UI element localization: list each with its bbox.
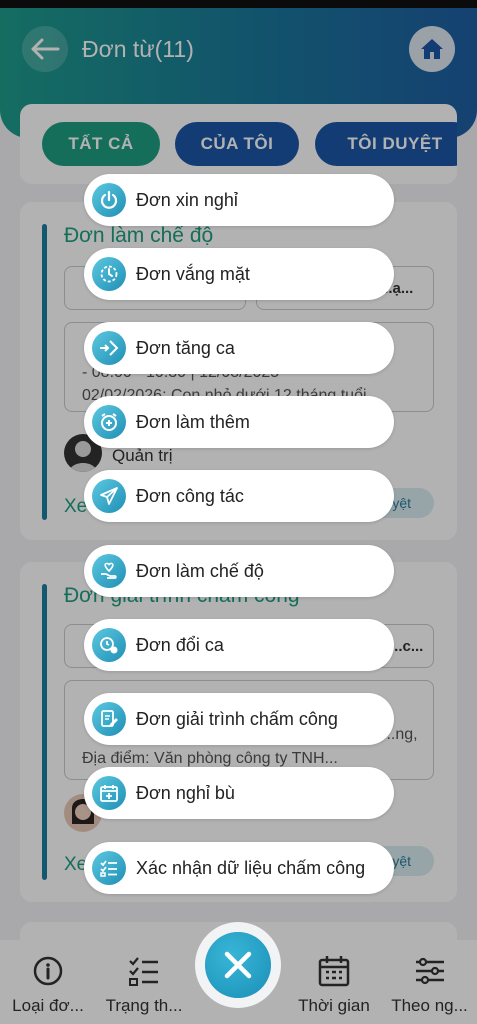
menu-item-overtime[interactable]: Đơn tăng ca bbox=[84, 322, 394, 374]
menu-item-leave[interactable]: Đơn xin nghỉ bbox=[84, 174, 394, 226]
menu-item-label: Đơn xin nghỉ bbox=[136, 189, 238, 210]
menu-item-confirm-attendance-data[interactable]: Xác nhận dữ liệu chấm công bbox=[84, 842, 394, 894]
document-edit-icon bbox=[92, 702, 126, 736]
menu-item-business-trip[interactable]: Đơn công tác bbox=[84, 470, 394, 522]
checklist-icon bbox=[92, 851, 126, 885]
menu-item-label: Đơn công tác bbox=[136, 485, 244, 506]
menu-item-compensatory-leave[interactable]: Đơn nghỉ bù bbox=[84, 767, 394, 819]
menu-item-extra-work[interactable]: Đơn làm thêm bbox=[84, 396, 394, 448]
close-icon bbox=[224, 951, 252, 979]
close-menu-button[interactable] bbox=[205, 932, 271, 998]
alarm-plus-icon bbox=[92, 405, 126, 439]
menu-item-shift-change[interactable]: Đơn đổi ca bbox=[84, 619, 394, 671]
power-icon bbox=[92, 183, 126, 217]
menu-item-label: Đơn tăng ca bbox=[136, 337, 235, 358]
menu-item-absence[interactable]: Đơn vắng mặt bbox=[84, 248, 394, 300]
menu-item-label: Đơn làm thêm bbox=[136, 411, 250, 432]
menu-item-label: Đơn nghỉ bù bbox=[136, 782, 235, 803]
menu-item-benefit[interactable]: Đơn làm chế độ bbox=[84, 545, 394, 597]
menu-item-attendance-explanation[interactable]: Đơn giải trình chấm công bbox=[84, 693, 394, 745]
paper-plane-icon bbox=[92, 479, 126, 513]
menu-item-label: Đơn vắng mặt bbox=[136, 263, 250, 284]
shift-swap-icon bbox=[92, 628, 126, 662]
menu-item-label: Đơn làm chế độ bbox=[136, 560, 264, 581]
menu-item-label: Đơn giải trình chấm công bbox=[136, 708, 338, 729]
clock-icon bbox=[92, 257, 126, 291]
heart-hand-icon bbox=[92, 554, 126, 588]
menu-item-label: Xác nhận dữ liệu chấm công bbox=[136, 857, 366, 878]
menu-item-label: Đơn đổi ca bbox=[136, 634, 224, 655]
calendar-plus-icon bbox=[92, 776, 126, 810]
forward-icon bbox=[92, 331, 126, 365]
